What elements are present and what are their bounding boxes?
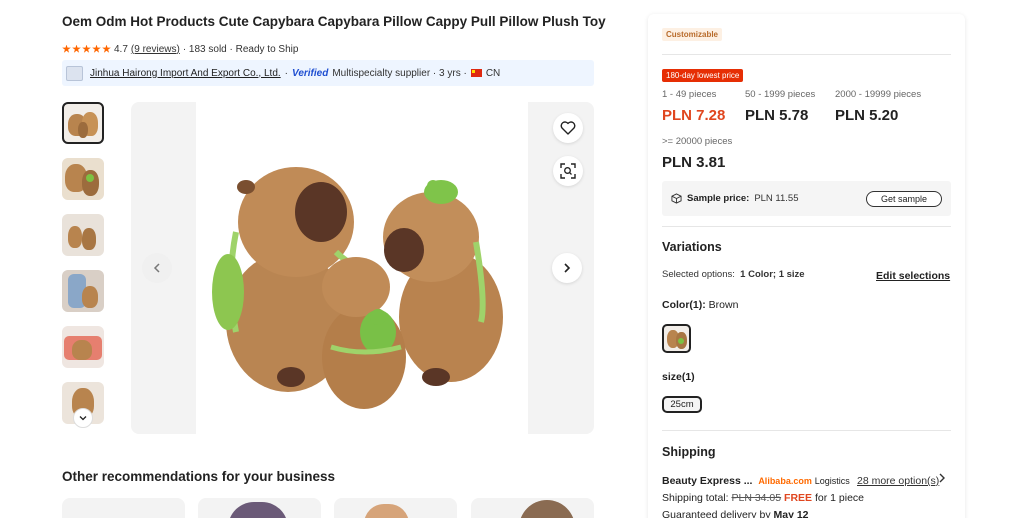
favorite-button[interactable] (553, 113, 583, 143)
size-label: size(1) (662, 371, 695, 383)
thumbnail-3[interactable] (62, 214, 104, 256)
shipping-method-name: Beauty Express ... (662, 475, 753, 487)
color-label: Color(1): (662, 299, 706, 311)
thumbnail-5[interactable] (62, 326, 104, 368)
tier-qty-2: 50 - 1999 pieces (745, 89, 816, 100)
verified-badge: Verified (292, 67, 329, 79)
supplier-desc: Multispecialty supplier · 3 yrs · (332, 67, 467, 79)
thumbnails-scroll-down-button[interactable] (73, 408, 93, 428)
image-canvas (196, 102, 528, 434)
divider (662, 54, 951, 55)
shipping-total: Shipping total: PLN 34.05 FREE for 1 pie… (662, 492, 864, 504)
divider (662, 226, 951, 227)
main-product-image[interactable] (131, 102, 594, 434)
reviews-link[interactable]: (9 reviews) (131, 44, 180, 55)
shipping-total-label: Shipping total: (662, 492, 729, 504)
recommendation-card[interactable] (471, 498, 594, 518)
thumbnail-2[interactable] (62, 158, 104, 200)
tier-qty-3: 2000 - 19999 pieces (835, 89, 922, 100)
customizable-badge: Customizable (662, 28, 723, 41)
rating-stars (62, 44, 111, 54)
tier-qty-1: 1 - 49 pieces (662, 89, 717, 100)
lowest-price-badge: 180-day lowest price (662, 69, 744, 82)
separator-dot: · (284, 67, 289, 79)
star-icon (62, 44, 71, 53)
tier-price-4: PLN 3.81 (662, 154, 726, 171)
recommendation-card[interactable] (334, 498, 457, 518)
more-shipping-options-link[interactable]: 28 more option(s) (857, 475, 939, 487)
color-value: Brown (708, 299, 739, 311)
supplier-bar: Jinhua Hairong Import And Export Co., Lt… (62, 60, 594, 86)
selected-options-label: Selected options: (662, 269, 735, 280)
star-icon (82, 44, 91, 53)
supplier-country: CN (485, 67, 501, 79)
tier-price-1: PLN 7.28 (662, 107, 726, 124)
china-flag-icon (470, 69, 482, 77)
star-icon (72, 44, 81, 53)
star-icon (92, 44, 101, 53)
selected-options: Selected options: 1 Color; 1 size (662, 269, 805, 280)
shipping-title: Shipping (662, 445, 716, 459)
color-swatch-brown[interactable] (662, 324, 691, 353)
shipping-method: Beauty Express ... Alibaba.com Logistics (662, 475, 850, 487)
rating-row: 4.7 (9 reviews) · 183 sold · Ready to Sh… (62, 42, 298, 56)
rating-value: 4.7 (114, 43, 128, 55)
page: Oem Odm Hot Products Cute Capybara Capyb… (0, 0, 1024, 518)
logistics-label: Logistics (814, 476, 850, 486)
edit-selections-link[interactable]: Edit selections (876, 270, 950, 282)
product-title: Oem Odm Hot Products Cute Capybara Capyb… (62, 14, 606, 29)
chevron-left-icon (153, 263, 160, 273)
shipping-free: FREE (784, 492, 813, 504)
size-option-25cm[interactable]: 25cm (662, 396, 702, 413)
sample-price-label: Sample price: (687, 193, 750, 204)
chevron-right-icon (564, 263, 571, 273)
tier-qty-4: >= 20000 pieces (662, 136, 733, 147)
guaranteed-delivery: Guaranteed delivery by May 12 (662, 509, 809, 518)
recommendation-card[interactable] (198, 498, 321, 518)
image-search-button[interactable] (553, 156, 583, 186)
sample-price-value: PLN 11.55 (754, 193, 799, 204)
previous-image-button[interactable] (142, 253, 172, 283)
chevron-down-icon (79, 416, 87, 421)
recommendations-title: Other recommendations for your business (62, 469, 336, 484)
supplier-logo (66, 65, 83, 81)
star-icon (102, 44, 111, 53)
thumbnail-1[interactable] (62, 102, 104, 144)
recommendation-card[interactable] (62, 498, 185, 518)
heart-icon (560, 121, 576, 135)
thumbnail-strip (62, 102, 104, 438)
shipping-for: for 1 piece (814, 492, 864, 504)
alibaba-logo: Alibaba.com (758, 476, 812, 486)
selected-options-value: 1 Color; 1 size (740, 269, 805, 280)
supplier-name-link[interactable]: Jinhua Hairong Import And Export Co., Lt… (90, 68, 281, 79)
color-label-row: Color(1): Brown (662, 299, 738, 311)
shipping-total-old: PLN 34.05 (731, 492, 782, 504)
guaranteed-label: Guaranteed delivery by (662, 509, 771, 518)
guaranteed-date: May 12 (773, 509, 809, 518)
variations-title: Variations (662, 240, 722, 254)
divider (662, 430, 951, 431)
tier-price-2: PLN 5.78 (745, 107, 809, 124)
tier-price-3: PLN 5.20 (835, 107, 899, 124)
get-sample-button[interactable]: Get sample (866, 191, 942, 207)
sold-status: · 183 sold · Ready to Ship (182, 43, 299, 55)
thumbnail-4[interactable] (62, 270, 104, 312)
box-icon (671, 193, 682, 204)
scan-icon (560, 163, 576, 179)
capybara-plush-image (212, 167, 503, 409)
chevron-right-icon[interactable] (938, 472, 946, 487)
next-image-button[interactable] (552, 253, 582, 283)
